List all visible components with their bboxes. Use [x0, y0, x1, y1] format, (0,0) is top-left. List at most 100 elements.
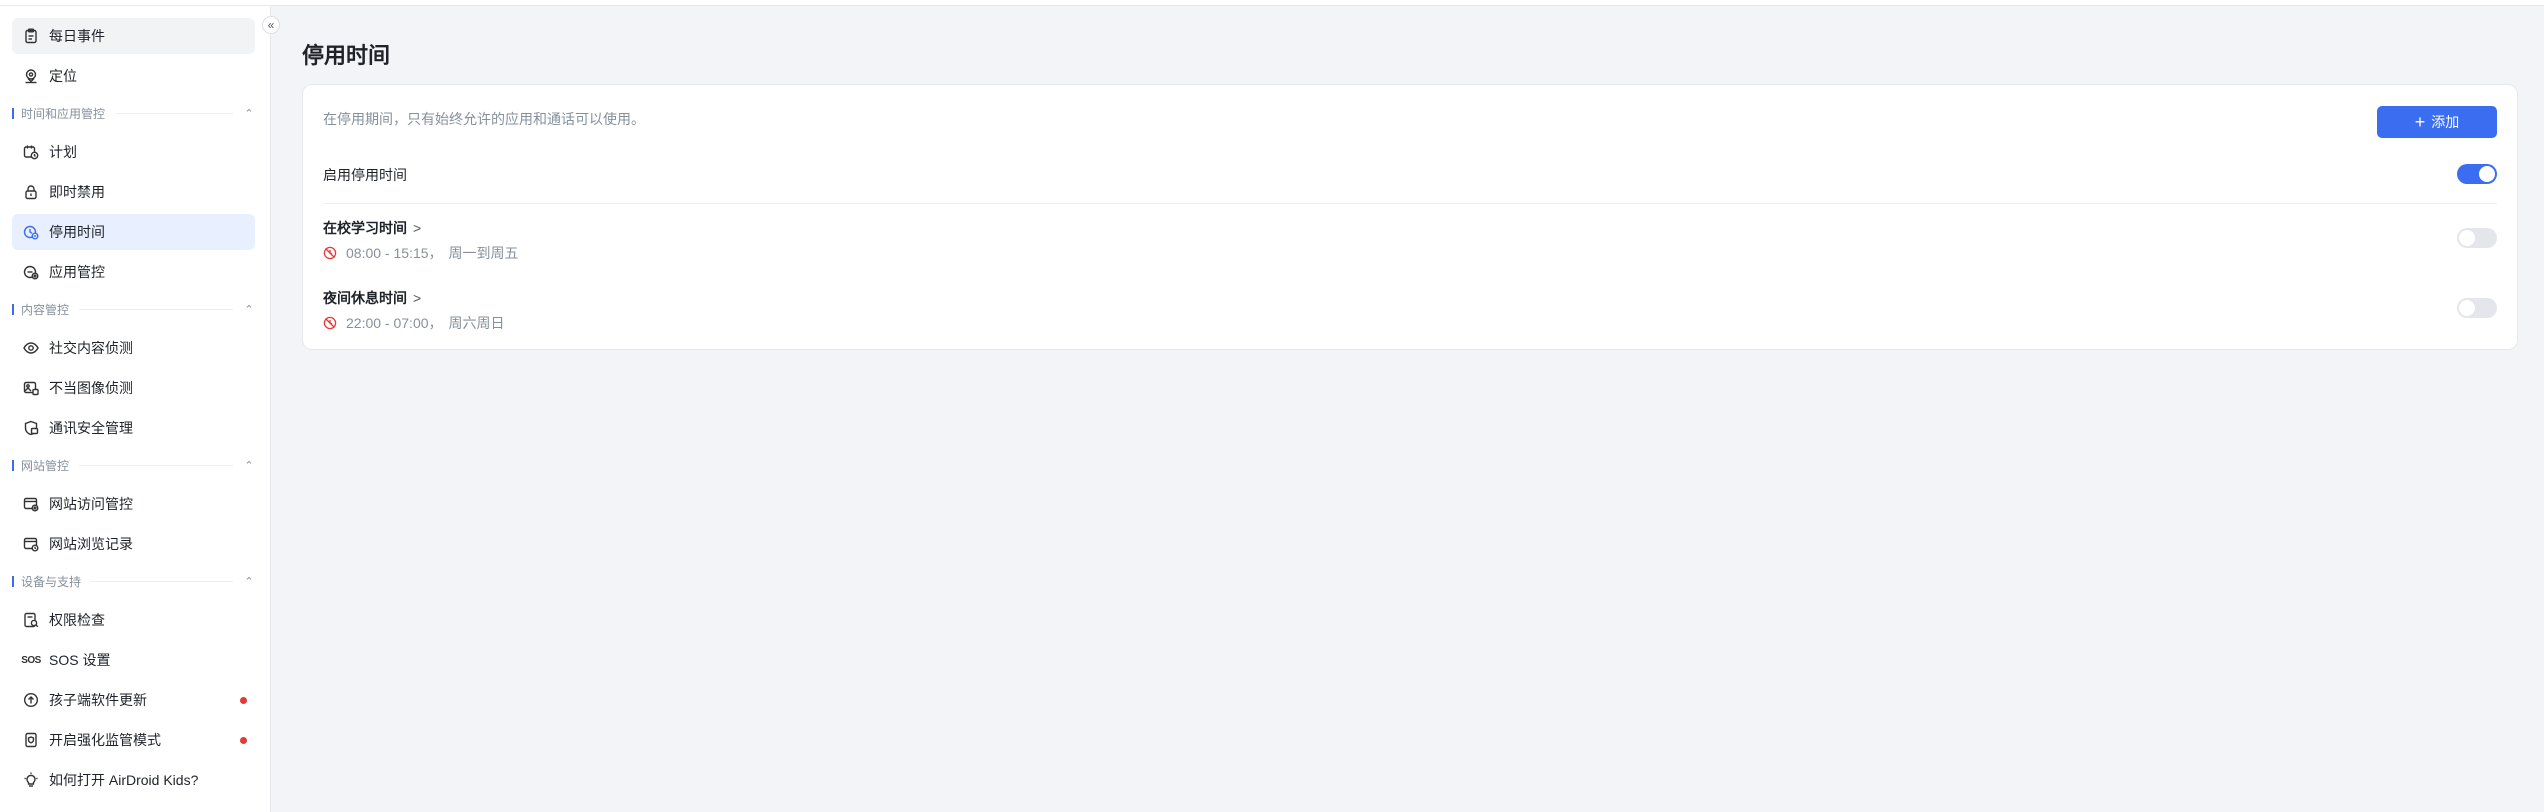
- add-schedule-button[interactable]: + 添加: [2377, 106, 2497, 138]
- sidebar-item-label: 每日事件: [49, 28, 105, 44]
- section-divider: [79, 308, 233, 310]
- clock-off-icon: [323, 246, 337, 260]
- downtime-description: 在停用期间，只有始终允许的应用和通话可以使用。: [323, 111, 645, 127]
- divider: [323, 203, 2497, 204]
- clock-off-icon: [323, 316, 337, 330]
- section-header-time-app[interactable]: 时间和应用管控 ⌃: [12, 104, 255, 122]
- section-marker: [12, 303, 14, 315]
- section-divider: [115, 112, 233, 114]
- schedule-name: 在校学习时间: [323, 220, 407, 236]
- sidebar-item-browsing-history[interactable]: 网站浏览记录: [12, 526, 255, 562]
- eye-icon: [22, 339, 40, 357]
- sidebar-item-image-detection[interactable]: 不当图像侦测: [12, 370, 255, 406]
- schedule-night-name[interactable]: 夜间休息时间 >: [323, 288, 421, 308]
- enable-downtime-label: 启用停用时间: [323, 167, 407, 183]
- chevron-up-icon[interactable]: ⌃: [243, 107, 255, 120]
- sidebar-item-label: 网站浏览记录: [49, 536, 133, 552]
- sidebar-item-sos-settings[interactable]: SOS SOS 设置: [12, 642, 255, 678]
- sidebar-item-label: 权限检查: [49, 612, 105, 628]
- sidebar-item-social-detection[interactable]: 社交内容侦测: [12, 330, 255, 366]
- sidebar-item-app-control[interactable]: 应用管控: [12, 254, 255, 290]
- section-header-device-support[interactable]: 设备与支持 ⌃: [12, 572, 255, 590]
- image-icon: [22, 379, 40, 397]
- notification-badge: [240, 697, 247, 704]
- section-header-website[interactable]: 网站管控 ⌃: [12, 456, 255, 474]
- section-divider: [79, 464, 233, 466]
- upload-circle-icon: [22, 691, 40, 709]
- sidebar-item-label: 停用时间: [49, 224, 105, 240]
- section-title: 网站管控: [21, 458, 70, 473]
- schedule-days: 周六周日: [448, 315, 505, 331]
- lock-icon: [22, 183, 40, 201]
- schedule-time-range: 08:00 - 15:15，: [346, 245, 443, 261]
- toggle-knob: [2459, 300, 2475, 316]
- downtime-icon: [22, 223, 40, 241]
- sidebar-item-downtime[interactable]: 停用时间: [12, 214, 255, 250]
- sidebar-item-schedule[interactable]: 计划: [12, 134, 255, 170]
- sidebar-item-label: 社交内容侦测: [49, 340, 133, 356]
- chevron-right-icon: >: [413, 290, 422, 306]
- chevron-up-icon[interactable]: ⌃: [243, 459, 255, 472]
- schedule-school-time: 08:00 - 15:15， 周一到周五: [323, 243, 519, 263]
- downtime-card: 在停用期间，只有始终允许的应用和通话可以使用。 + 添加 启用停用时间 在校学习…: [302, 84, 2518, 350]
- schedule-night-time: 22:00 - 07:00， 周六周日: [323, 313, 505, 333]
- plus-icon: +: [2414, 112, 2426, 132]
- sidebar-item-label: 网站访问管控: [49, 496, 133, 512]
- sidebar-item-enhanced-supervision[interactable]: 开启强化监管模式: [12, 722, 255, 758]
- section-marker: [12, 575, 14, 587]
- sidebar-item-label: 开启强化监管模式: [49, 732, 161, 748]
- sidebar-item-communication-safety[interactable]: 通讯安全管理: [12, 410, 255, 446]
- sidebar-item-how-to-open[interactable]: 如何打开 AirDroid Kids?: [12, 762, 255, 798]
- sidebar-item-label: 定位: [49, 68, 77, 84]
- page-title: 停用时间: [302, 43, 391, 68]
- sidebar: 每日事件 定位 时间和应用管控 ⌃ 计划 即时禁用 停用时间 应用管控 内容管控…: [0, 6, 271, 812]
- calendar-clock-icon: [22, 143, 40, 161]
- toggle-knob: [2459, 230, 2475, 246]
- sidebar-item-label: 孩子端软件更新: [49, 692, 147, 708]
- lightbulb-icon: [22, 771, 40, 789]
- permission-check-icon: [22, 611, 40, 629]
- enable-downtime-toggle[interactable]: [2457, 164, 2497, 184]
- top-bar: [0, 0, 2544, 6]
- phone-shield-icon: [22, 731, 40, 749]
- section-marker: [12, 459, 14, 471]
- sidebar-item-child-app-update[interactable]: 孩子端软件更新: [12, 682, 255, 718]
- notification-badge: [240, 737, 247, 744]
- sidebar-item-label: 如何打开 AirDroid Kids?: [49, 772, 199, 788]
- schedule-days: 周一到周五: [448, 245, 519, 261]
- section-marker: [12, 107, 14, 119]
- sidebar-item-label: 计划: [49, 144, 77, 160]
- schedule-school-toggle[interactable]: [2457, 228, 2497, 248]
- location-icon: [22, 67, 40, 85]
- chevron-up-icon[interactable]: ⌃: [243, 303, 255, 316]
- sidebar-item-instant-block[interactable]: 即时禁用: [12, 174, 255, 210]
- sidebar-item-website-access[interactable]: 网站访问管控: [12, 486, 255, 522]
- sidebar-item-permission-check[interactable]: 权限检查: [12, 602, 255, 638]
- section-title: 设备与支持: [21, 574, 82, 589]
- browser-gear-icon: [22, 495, 40, 513]
- chevron-up-icon[interactable]: ⌃: [243, 575, 255, 588]
- clipboard-icon: [22, 27, 40, 45]
- toggle-knob: [2479, 166, 2495, 182]
- app-control-icon: [22, 263, 40, 281]
- schedule-school-name[interactable]: 在校学习时间 >: [323, 218, 421, 238]
- section-divider: [91, 580, 233, 582]
- sidebar-item-daily-events[interactable]: 每日事件: [12, 18, 255, 54]
- section-header-content[interactable]: 内容管控 ⌃: [12, 300, 255, 318]
- sidebar-item-label: 不当图像侦测: [49, 380, 133, 396]
- schedule-time-range: 22:00 - 07:00，: [346, 315, 443, 331]
- schedule-name: 夜间休息时间: [323, 290, 407, 306]
- schedule-night-toggle[interactable]: [2457, 298, 2497, 318]
- sidebar-item-location[interactable]: 定位: [12, 58, 255, 94]
- sos-icon: SOS: [21, 654, 41, 666]
- sidebar-item-label: SOS 设置: [49, 652, 111, 668]
- chevron-right-icon: >: [413, 220, 422, 236]
- sidebar-item-label: 即时禁用: [49, 184, 105, 200]
- add-button-label: 添加: [2431, 114, 2460, 130]
- section-title: 内容管控: [21, 302, 70, 317]
- sidebar-item-label: 通讯安全管理: [49, 420, 133, 436]
- section-title: 时间和应用管控: [21, 106, 106, 121]
- collapse-sidebar-icon[interactable]: «: [262, 16, 280, 34]
- browser-clock-icon: [22, 535, 40, 553]
- sidebar-item-label: 应用管控: [49, 264, 105, 280]
